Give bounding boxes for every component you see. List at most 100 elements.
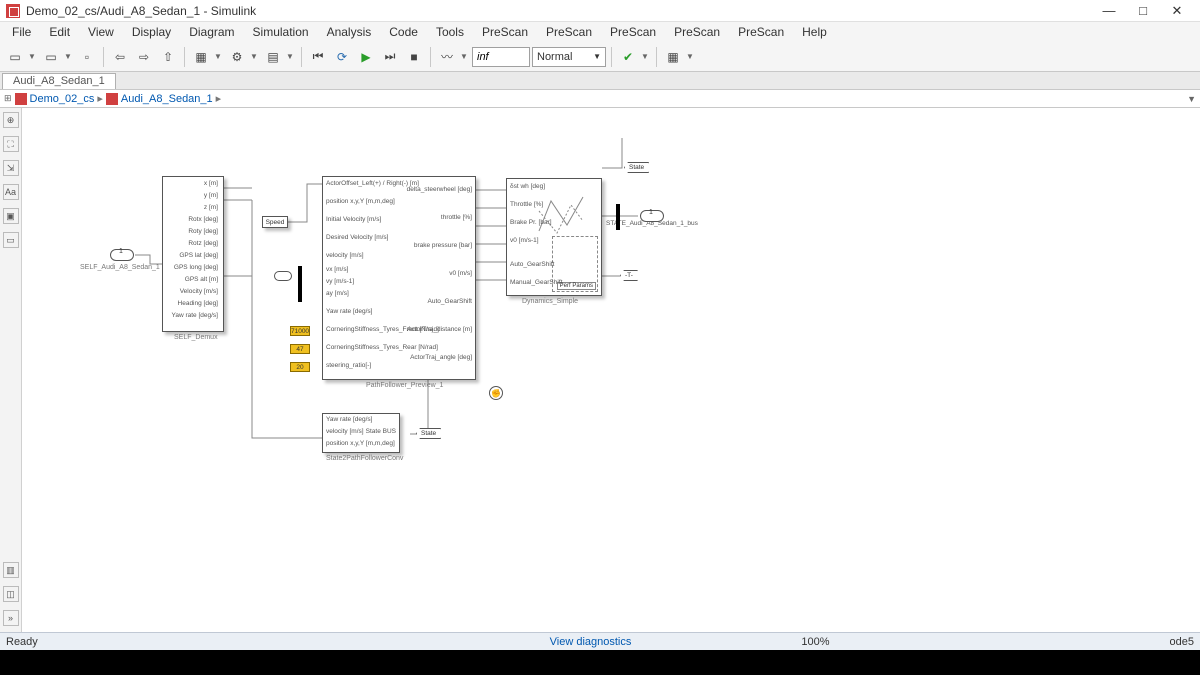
menu-prescan-2[interactable]: PreScan <box>538 23 600 41</box>
menu-help[interactable]: Help <box>794 23 835 41</box>
save-button[interactable] <box>76 46 98 68</box>
bird-eye-button[interactable]: ◫ <box>3 586 19 602</box>
annotation-button[interactable]: Aa <box>3 184 19 200</box>
record-button[interactable] <box>436 46 458 68</box>
open-button[interactable] <box>40 46 62 68</box>
menu-diagram[interactable]: Diagram <box>181 23 242 41</box>
model-config-button[interactable] <box>226 46 248 68</box>
demux-sig-5: Rotz [deg] <box>162 240 218 247</box>
pf-out-4: Auto_GearShift <box>372 298 472 305</box>
close-button[interactable]: ✕ <box>1160 3 1194 19</box>
demux-sig-11: Yaw rate [deg/s] <box>162 312 218 319</box>
menu-analysis[interactable]: Analysis <box>319 23 380 41</box>
menu-simulation[interactable]: Simulation <box>245 23 317 41</box>
document-tabs: Audi_A8_Sedan_1 <box>0 72 1200 90</box>
area-button[interactable]: ▭ <box>3 232 19 248</box>
inport-block[interactable]: 1 <box>110 249 134 261</box>
breadcrumb-leaf[interactable]: Audi_A8_Sedan_1 <box>121 93 213 105</box>
menu-prescan-1[interactable]: PreScan <box>474 23 536 41</box>
const-b[interactable]: 47 <box>290 344 310 354</box>
stop-button[interactable] <box>403 46 425 68</box>
explorer-toggle-icon[interactable]: ⊞ <box>4 93 12 104</box>
maximize-button[interactable]: □ <box>1126 3 1160 18</box>
model-explorer-button[interactable] <box>262 46 284 68</box>
dyn-in-1: Throttle [%] <box>510 201 543 208</box>
pf-out-1: throttle [%] <box>372 214 472 221</box>
run-button[interactable] <box>355 46 377 68</box>
menu-prescan-4[interactable]: PreScan <box>666 23 728 41</box>
menu-code[interactable]: Code <box>381 23 426 41</box>
step-forward-button[interactable] <box>379 46 401 68</box>
demux-sig-1: y [m] <box>162 192 218 199</box>
outport-block[interactable]: 1 <box>640 210 664 222</box>
view-diagnostics-link[interactable]: View diagnostics <box>550 636 632 648</box>
build-dropdown-icon[interactable]: ▼ <box>686 52 696 61</box>
explorer-menu-icon[interactable]: ▼ <box>1187 94 1196 104</box>
const-c[interactable]: 20 <box>290 362 310 372</box>
demux-sig-7: GPS long [deg] <box>162 264 218 271</box>
goto-t[interactable]: -T- <box>620 270 638 281</box>
bus-selector-block[interactable] <box>616 204 620 230</box>
open-dropdown-icon[interactable]: ▼ <box>64 52 74 61</box>
simulation-mode-select[interactable]: Normal▼ <box>532 47 606 67</box>
breadcrumb-sep-icon: ▸ <box>97 92 103 105</box>
minimize-button[interactable]: — <box>1092 3 1126 18</box>
stop-time-input[interactable] <box>472 47 530 67</box>
fast-restart-button[interactable]: ⟳ <box>331 46 353 68</box>
dyn-in-5: Manual_GearShift <box>510 279 562 286</box>
mux-block[interactable] <box>298 266 302 302</box>
explorer-bar: ⊞ Demo_02_cs ▸ Audi_A8_Sedan_1 ▸ ▼ <box>0 90 1200 108</box>
pf-in-8: Yaw rate [deg/s] <box>326 308 373 315</box>
pf-out-6: ActorTraj_angle [deg] <box>372 354 472 361</box>
build-button[interactable] <box>662 46 684 68</box>
new-dropdown-icon[interactable]: ▼ <box>28 52 38 61</box>
inport-label: SELF_Audi_A8_Sedan_1 <box>80 264 160 271</box>
pf-in-1: position x,y,Y [m,m,deg] <box>326 198 395 205</box>
up-button[interactable] <box>157 46 179 68</box>
menu-prescan-3[interactable]: PreScan <box>602 23 664 41</box>
menu-edit[interactable]: Edit <box>41 23 78 41</box>
breadcrumb-root[interactable]: Demo_02_cs <box>30 93 95 105</box>
update-dropdown-icon[interactable]: ▼ <box>641 52 651 61</box>
new-model-button[interactable] <box>4 46 26 68</box>
pf-out-3: v0 [m/s] <box>372 270 472 277</box>
work-area: ⊕ ⛶ ⇲ Aa ▣ ▭ ▥ ◫ » <box>0 108 1200 632</box>
speed-block[interactable]: Speed <box>262 216 288 228</box>
pf-in-4: velocity [m/s] <box>326 252 364 259</box>
viewmark-button[interactable]: ▥ <box>3 562 19 578</box>
menu-prescan-5[interactable]: PreScan <box>730 23 792 41</box>
pf-out-2: brake pressure [bar] <box>372 242 472 249</box>
record-dropdown-icon[interactable]: ▼ <box>460 52 470 61</box>
fit-view-button[interactable]: ⛶ <box>3 136 19 152</box>
zoom-in-button[interactable]: ⇲ <box>3 160 19 176</box>
from-state[interactable]: State <box>416 428 441 439</box>
simulation-mode-label: Normal <box>537 51 572 63</box>
pf-in-6: vy [m/s-1] <box>326 278 354 285</box>
title-bar: Demo_02_cs/Audi_A8_Sedan_1 - Simulink — … <box>0 0 1200 22</box>
const-a[interactable]: 71000 <box>290 326 310 336</box>
lib-dropdown-icon[interactable]: ▼ <box>214 52 224 61</box>
image-button[interactable]: ▣ <box>3 208 19 224</box>
forward-button[interactable] <box>133 46 155 68</box>
update-diagram-button[interactable] <box>617 46 639 68</box>
exp-dropdown-icon[interactable]: ▼ <box>286 52 296 61</box>
menu-file[interactable]: File <box>4 23 39 41</box>
goto-state-top[interactable]: State <box>624 162 649 173</box>
back-button[interactable] <box>109 46 131 68</box>
menu-display[interactable]: Display <box>124 23 179 41</box>
s2pf-0: Yaw rate [deg/s] <box>326 416 373 423</box>
model-canvas[interactable]: 1 SELF_Audi_A8_Sedan_1 SELF_Demux x [m] … <box>22 108 1200 632</box>
zoom-level[interactable]: 100% <box>801 636 829 648</box>
menu-view[interactable]: View <box>80 23 122 41</box>
tab-audi-a8[interactable]: Audi_A8_Sedan_1 <box>2 73 116 89</box>
step-back-button[interactable] <box>307 46 329 68</box>
app-icon <box>6 4 20 18</box>
hide-palette-button[interactable]: ⊕ <box>3 112 19 128</box>
inport-small[interactable] <box>274 271 292 281</box>
library-browser-button[interactable] <box>190 46 212 68</box>
menu-tools[interactable]: Tools <box>428 23 472 41</box>
inport-number: 1 <box>119 248 123 255</box>
expand-button[interactable]: » <box>3 610 19 626</box>
cfg-dropdown-icon[interactable]: ▼ <box>250 52 260 61</box>
demux-sig-6: GPS lat [deg] <box>162 252 218 259</box>
